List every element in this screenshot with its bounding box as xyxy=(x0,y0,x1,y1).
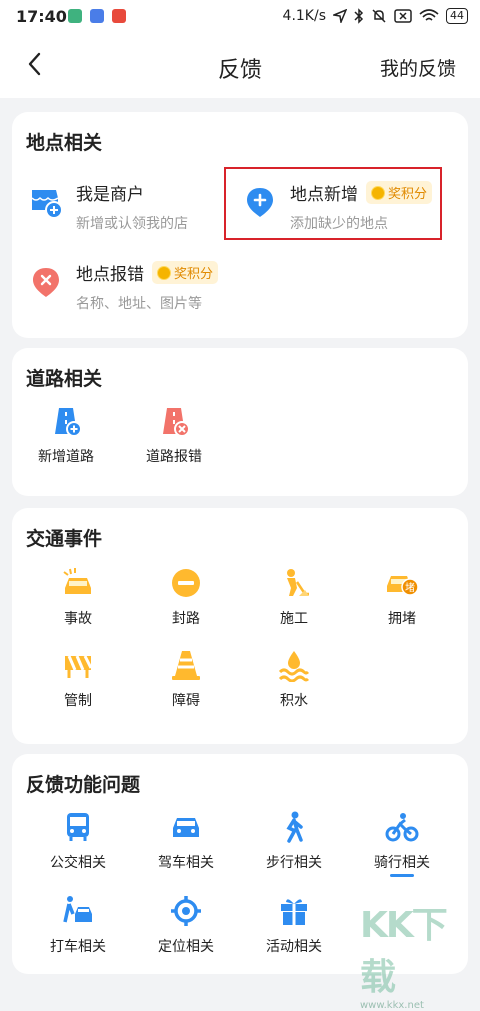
coin-icon xyxy=(157,265,171,280)
bus-icon xyxy=(67,813,89,841)
car-icon xyxy=(173,818,199,837)
place-error-name: 地点报错 奖积分 xyxy=(76,260,219,285)
mute-bell-icon xyxy=(372,9,386,23)
road-error-icon xyxy=(163,408,190,437)
road-card: 道路相关 新增道路 道路报错 xyxy=(12,348,468,496)
bike-icon xyxy=(385,813,419,842)
bus-label: 公交相关 xyxy=(50,855,106,871)
my-feedback-link[interactable]: 我的反馈 xyxy=(380,54,456,81)
network-speed: 4.1K/s xyxy=(282,8,326,24)
app-notification-icon xyxy=(112,9,126,23)
location-item[interactable]: 定位相关 xyxy=(136,894,236,956)
app-notification-icon xyxy=(68,9,82,23)
flood-icon xyxy=(278,651,310,682)
accident-icon xyxy=(63,568,91,594)
obstacle-item[interactable]: 障碍 xyxy=(136,648,236,710)
gift-icon xyxy=(281,899,307,925)
flood-item[interactable]: 积水 xyxy=(244,648,344,710)
place-error-label: 地点报错 xyxy=(76,265,144,285)
road-closed-icon xyxy=(172,569,200,597)
construction-item[interactable]: 施工 xyxy=(244,566,344,628)
place-error-item[interactable]: 地点报错 奖积分 名称、地址、图片等 xyxy=(28,260,219,313)
merchant-desc: 新增或认领我的店 xyxy=(76,216,188,232)
car-label: 驾车相关 xyxy=(158,855,214,871)
car-item[interactable]: 驾车相关 xyxy=(136,810,236,872)
wifi-icon xyxy=(419,9,439,21)
status-right: 4.1K/s 44 xyxy=(283,8,468,24)
flood-label: 积水 xyxy=(280,693,308,709)
traffic-section-title: 交通事件 xyxy=(26,528,103,550)
location-icon xyxy=(171,896,201,926)
place-section-title: 地点相关 xyxy=(26,132,103,154)
taxi-label: 打车相关 xyxy=(50,939,106,955)
merchant-item[interactable]: 我是商户 新增或认领我的店 xyxy=(28,180,188,233)
road-add-label: 新增道路 xyxy=(38,449,94,465)
road-add-item[interactable]: 新增道路 xyxy=(16,404,116,466)
status-time: 17:40 xyxy=(16,7,67,26)
road-closed-label: 封路 xyxy=(172,611,200,627)
battery-level: 44 xyxy=(446,8,468,24)
road-error-item[interactable]: 道路报错 xyxy=(124,404,224,466)
control-icon xyxy=(65,655,93,678)
congestion-icon: 堵 xyxy=(387,576,419,596)
watermark-logo: KK下载 xyxy=(360,905,448,998)
functions-section-title: 反馈功能问题 xyxy=(26,774,141,796)
walk-icon xyxy=(286,811,303,843)
bike-label: 骑行相关 xyxy=(374,855,430,871)
accident-label: 事故 xyxy=(64,611,92,627)
watermark: KK下载 www.kkx.net xyxy=(360,896,472,1011)
walk-item[interactable]: 步行相关 xyxy=(244,810,344,872)
congestion-label: 拥堵 xyxy=(388,611,416,627)
store-add-icon xyxy=(31,190,63,219)
points-badge: 奖积分 xyxy=(152,261,219,284)
taxi-icon xyxy=(63,896,92,923)
nav-bar: 反馈 我的反馈 xyxy=(0,34,480,98)
obstacle-icon xyxy=(172,651,200,680)
walk-label: 步行相关 xyxy=(266,855,322,871)
construction-icon xyxy=(287,569,309,596)
road-section-title: 道路相关 xyxy=(26,368,103,390)
congestion-item[interactable]: 堵 拥堵 xyxy=(352,566,452,628)
place-error-icon xyxy=(33,268,59,297)
road-add-icon xyxy=(55,408,82,437)
road-closed-item[interactable]: 封路 xyxy=(136,566,236,628)
location-label: 定位相关 xyxy=(158,939,214,955)
gift-item[interactable]: 活动相关 xyxy=(244,894,344,956)
accident-item[interactable]: 事故 xyxy=(28,566,128,628)
status-bar: 17:40 4.1K/s 44 xyxy=(0,0,480,34)
construction-label: 施工 xyxy=(280,611,308,627)
notification-icons xyxy=(68,9,126,23)
bike-item[interactable]: 骑行相关 xyxy=(352,810,452,872)
sim-off-icon xyxy=(394,9,412,23)
highlight-box xyxy=(224,167,442,240)
points-badge-label: 奖积分 xyxy=(174,267,214,282)
control-item[interactable]: 管制 xyxy=(28,648,128,710)
taxi-item[interactable]: 打车相关 xyxy=(28,894,128,956)
control-label: 管制 xyxy=(64,693,92,709)
watermark-url: www.kkx.net xyxy=(360,1000,424,1011)
road-error-label: 道路报错 xyxy=(146,449,202,465)
bus-item[interactable]: 公交相关 xyxy=(28,810,128,872)
place-error-desc: 名称、地址、图片等 xyxy=(76,296,202,312)
bluetooth-icon xyxy=(354,8,364,24)
location-arrow-icon xyxy=(333,9,347,23)
traffic-card: 交通事件 事故 封路 施工 堵 拥堵 管制 障碍 积水 xyxy=(12,508,468,744)
merchant-name: 我是商户 xyxy=(76,185,144,205)
app-notification-icon xyxy=(90,9,104,23)
congestion-tag: 堵 xyxy=(405,581,415,594)
gift-label: 活动相关 xyxy=(266,939,322,955)
obstacle-label: 障碍 xyxy=(172,693,200,709)
partial-icon xyxy=(390,874,414,877)
